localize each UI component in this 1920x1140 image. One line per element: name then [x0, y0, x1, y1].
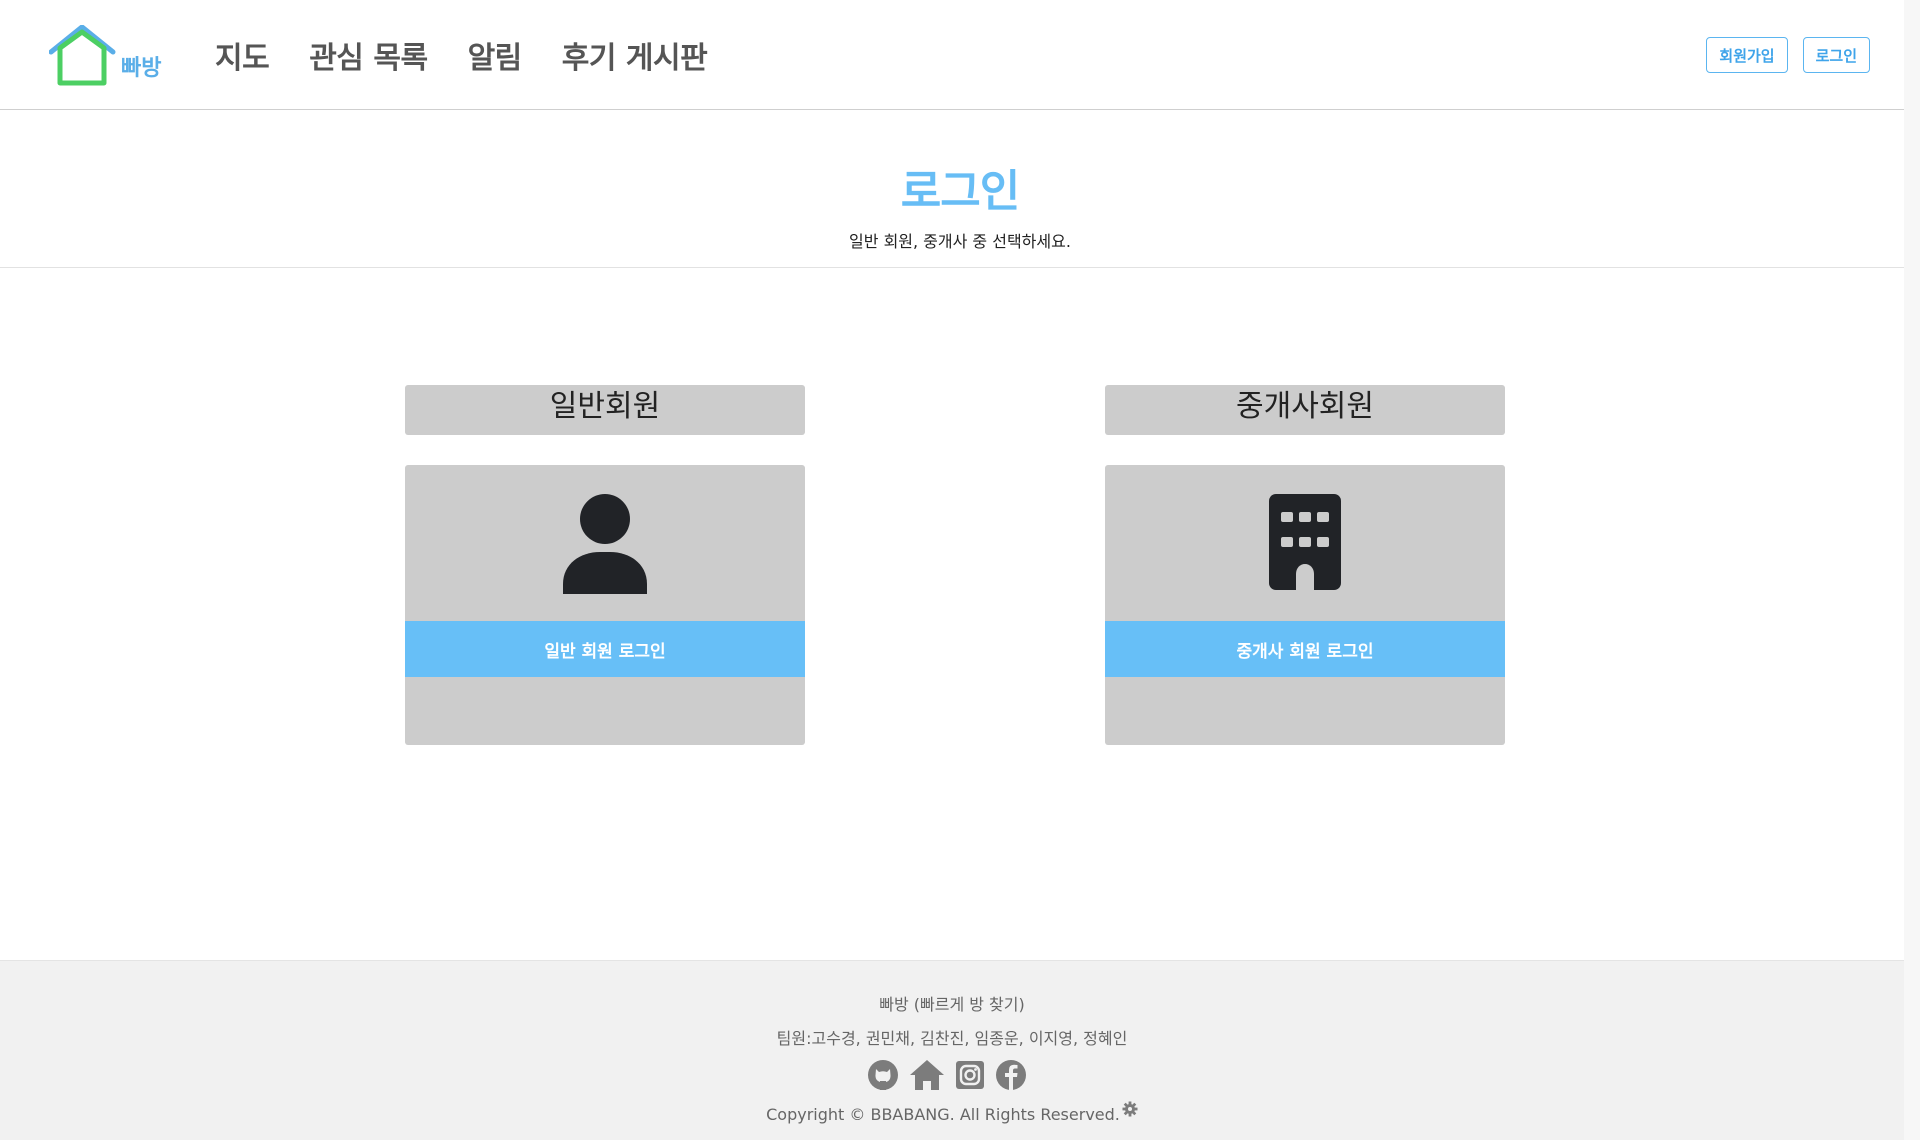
nav-map[interactable]: 지도 — [215, 33, 270, 77]
footer-service-name: 빠방 (빠르게 방 찾기) — [879, 995, 1025, 1014]
home-icon[interactable] — [908, 1058, 946, 1092]
signup-button[interactable]: 회원가입 — [1706, 37, 1788, 73]
main-nav: 지도 관심 목록 알림 후기 게시판 — [215, 30, 747, 80]
nav-favorites[interactable]: 관심 목록 — [309, 33, 428, 77]
gear-icon[interactable] — [1122, 1101, 1138, 1117]
facebook-icon[interactable] — [994, 1058, 1028, 1092]
user-icon — [563, 494, 647, 594]
agent-member-card-body: 중개사 회원 로그인 — [1105, 465, 1505, 745]
agent-member-login-button[interactable]: 중개사 회원 로그인 — [1105, 621, 1505, 677]
general-member-heading: 일반회원 — [405, 385, 805, 435]
brand-logo[interactable]: 빠방 — [49, 25, 175, 87]
agent-member-heading: 중개사회원 — [1105, 385, 1505, 435]
nav-notifications[interactable]: 알림 — [468, 33, 523, 77]
brand-logo-text: 빠방 — [121, 56, 161, 81]
footer: 빠방 (빠르게 방 찾기) 팀원:고수경, 권민채, 김찬진, 임종운, 이지영… — [0, 960, 1904, 1140]
header: 빠방 지도 관심 목록 알림 후기 게시판 회원가입 로그인 — [0, 0, 1920, 110]
copyright-text: Copyright © BBABANG. All Rights Reserved… — [766, 1105, 1120, 1124]
login-button[interactable]: 로그인 — [1802, 37, 1870, 73]
building-icon — [1269, 494, 1341, 590]
footer-team-members: 팀원:고수경, 권민채, 김찬진, 임종운, 이지영, 정혜인 — [776, 1029, 1128, 1048]
auth-buttons: 회원가입 로그인 — [1691, 37, 1870, 73]
social-links — [866, 1057, 1036, 1093]
github-icon[interactable] — [866, 1058, 900, 1092]
title-section: 로그인 일반 회원, 중개사 중 선택하세요. — [0, 110, 1920, 268]
nav-reviews[interactable]: 후기 게시판 — [562, 33, 708, 77]
instagram-icon[interactable] — [954, 1059, 986, 1091]
copyright-line: Copyright © BBABANG. All Rights Reserved… — [0, 1101, 1904, 1124]
page-subtitle: 일반 회원, 중개사 중 선택하세요. — [849, 232, 1071, 251]
general-member-card-body: 일반 회원 로그인 — [405, 465, 805, 745]
page-title: 로그인 — [900, 166, 1020, 217]
page-scrollbar[interactable] — [1904, 0, 1920, 1140]
general-member-login-button[interactable]: 일반 회원 로그인 — [405, 621, 805, 677]
